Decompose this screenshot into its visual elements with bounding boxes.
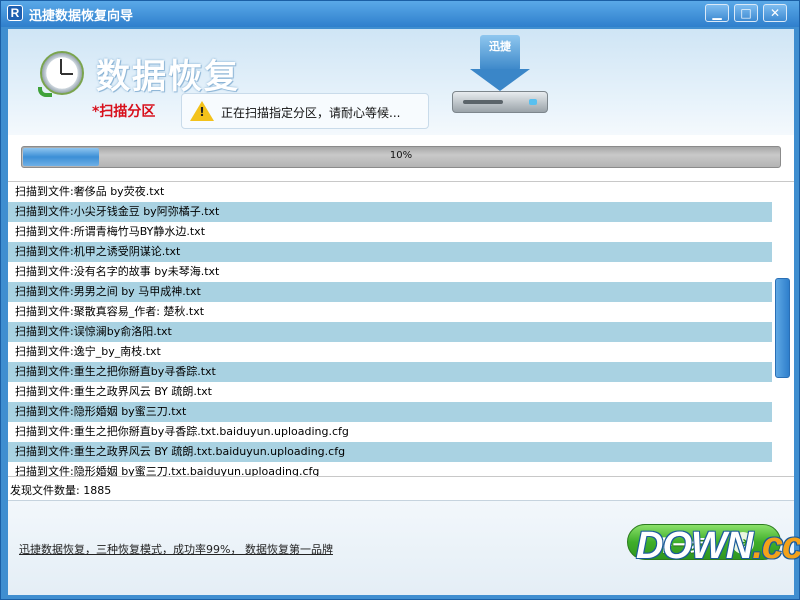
- download-arrow-head: [470, 69, 530, 91]
- scan-progress-bar: 10%: [21, 146, 781, 168]
- list-scrollbar[interactable]: [774, 182, 792, 476]
- clock-hour-hand: [60, 59, 62, 74]
- scan-notice: ! 正在扫描指定分区，请耐心等候...: [181, 93, 429, 129]
- hard-drive-icon: 迅捷: [450, 35, 550, 119]
- client-area: 数据恢复 *扫描分区 ! 正在扫描指定分区，请耐心等候... 迅捷 10% 扫描…: [8, 29, 794, 595]
- step-label: *扫描分区: [92, 104, 156, 120]
- list-item[interactable]: 扫描到文件:重生之政界风云 BY 疏朗.txt.baiduyun.uploadi…: [8, 442, 772, 462]
- list-item[interactable]: 扫描到文件:重生之政界风云 BY 疏朗.txt: [8, 382, 772, 402]
- list-item[interactable]: 扫描到文件:男男之间 by 马甲成神.txt: [8, 282, 772, 302]
- list-item[interactable]: 扫描到文件:没有名字的故事 by未琴海.txt: [8, 262, 772, 282]
- minimize-button[interactable]: ▁: [705, 4, 729, 22]
- restore-arrow-icon: [38, 87, 52, 97]
- watermark-logo: DOWN.cc: [636, 525, 800, 567]
- header-banner: 数据恢复 *扫描分区 ! 正在扫描指定分区，请耐心等候... 迅捷: [8, 29, 794, 135]
- app-logo-icon: R: [7, 5, 23, 21]
- watermark-main: DOWN: [636, 525, 753, 567]
- watermark-suffix: .cc: [752, 525, 800, 567]
- found-count-value: 1885: [83, 484, 112, 497]
- drive-badge: 迅捷: [489, 40, 511, 53]
- maximize-button[interactable]: □: [734, 4, 758, 22]
- list-item[interactable]: 扫描到文件:所谓青梅竹马BY静水边.txt: [8, 222, 772, 242]
- drive-body: [452, 91, 548, 113]
- list-item[interactable]: 扫描到文件:隐形婚姻 by蜜三刀.txt.baiduyun.uploading.…: [8, 462, 772, 476]
- title-bar[interactable]: R 迅捷数据恢复向导 ▁ □ ✕: [1, 1, 799, 27]
- drive-led: [529, 99, 537, 105]
- list-item[interactable]: 扫描到文件:聚散真容易_作者: 楚秋.txt: [8, 302, 772, 322]
- watermark-text: DOWN.cc: [636, 525, 800, 568]
- list-item[interactable]: 扫描到文件:逸宁_by_南枝.txt: [8, 342, 772, 362]
- drive-slot: [463, 100, 503, 104]
- progress-percent: 10%: [389, 150, 413, 161]
- scroll-thumb[interactable]: [775, 278, 790, 378]
- app-window: R 迅捷数据恢复向导 ▁ □ ✕ 数据恢复 *扫描分区 ! 正在扫描指定分区，请…: [0, 0, 800, 600]
- page-title: 数据恢复: [96, 57, 240, 97]
- progress-area: 10%: [8, 135, 794, 179]
- scanned-files-list[interactable]: 扫描到文件:奢侈品 by荧夜.txt 扫描到文件:小尖牙钱金豆 by阿弥橘子.tx…: [8, 181, 794, 477]
- close-button[interactable]: ✕: [763, 4, 787, 22]
- list-item[interactable]: 扫描到文件:误惊澜by俞洛阳.txt: [8, 322, 772, 342]
- clock-minute-hand: [61, 73, 73, 75]
- notice-text: 正在扫描指定分区，请耐心等候...: [221, 106, 401, 120]
- slogan-link[interactable]: 迅捷数据恢复，三种恢复模式，成功率99%， 数据恢复第一品牌: [19, 541, 333, 557]
- list-item[interactable]: 扫描到文件:隐形婚姻 by蜜三刀.txt: [8, 402, 772, 422]
- list-item[interactable]: 扫描到文件:小尖牙钱金豆 by阿弥橘子.txt: [8, 202, 772, 222]
- list-item[interactable]: 扫描到文件:机甲之诱受阴谋论.txt: [8, 242, 772, 262]
- list-item[interactable]: 扫描到文件:重生之把你掰直by寻香踪.txt: [8, 362, 772, 382]
- found-count: 发现文件数量: 1885: [10, 482, 111, 498]
- list-item[interactable]: 扫描到文件:奢侈品 by荧夜.txt: [8, 182, 772, 202]
- file-rows: 扫描到文件:奢侈品 by荧夜.txt 扫描到文件:小尖牙钱金豆 by阿弥橘子.tx…: [8, 182, 794, 476]
- list-item[interactable]: 扫描到文件:重生之把你掰直by寻香踪.txt.baiduyun.uploadin…: [8, 422, 772, 442]
- found-count-label: 发现文件数量:: [10, 484, 80, 497]
- warning-mark: !: [199, 105, 205, 119]
- window-title: 迅捷数据恢复向导: [29, 9, 134, 24]
